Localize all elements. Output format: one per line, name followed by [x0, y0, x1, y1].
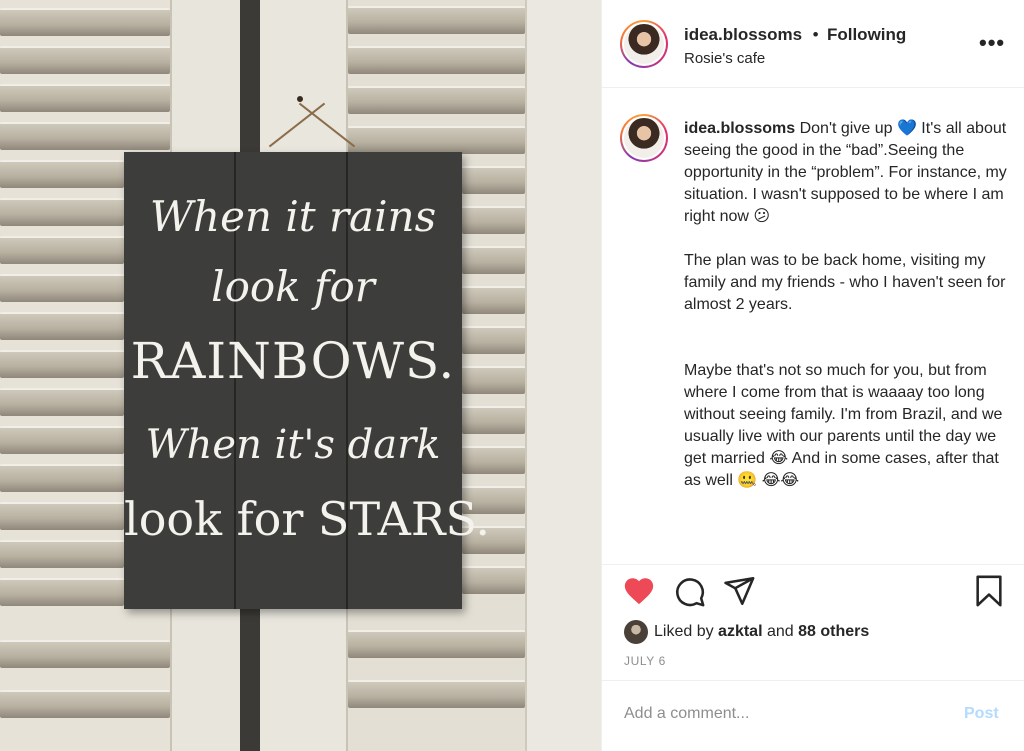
shutter-slat [348, 630, 525, 658]
shutter-slat [462, 286, 525, 314]
likes-prefix: Liked by [654, 623, 714, 640]
comment-bar: Post [602, 680, 1024, 751]
header-username-link[interactable]: idea.blossoms [684, 25, 802, 44]
sign-line-5: look for STARS. [124, 492, 490, 546]
shutter-slat [0, 464, 124, 492]
shutter-slat [348, 6, 525, 34]
likes-conjunction: and [766, 623, 794, 640]
comment-icon [676, 578, 705, 607]
shutter-slat [0, 8, 170, 36]
liker-avatar[interactable] [624, 620, 648, 644]
likes-others-link[interactable]: 88 others [798, 623, 869, 641]
shutter-slat [348, 680, 525, 708]
liker-username-link[interactable]: azktal [718, 623, 762, 641]
shutter-slat [462, 246, 525, 274]
caption-text: Don't give up 💙 It's all about seeing th… [684, 120, 1007, 489]
sign-line-3: RAINBOWS. [130, 332, 456, 390]
shutter-slat [462, 406, 525, 434]
post-header: idea.blossoms • Following Rosie's cafe •… [602, 0, 1024, 88]
wooden-sign: When it rains look for RAINBOWS. When it… [124, 152, 490, 609]
following-button[interactable]: Following [827, 25, 906, 44]
post-photo[interactable]: When it rains look for RAINBOWS. When it… [0, 0, 601, 751]
caption-username-link[interactable]: idea.blossoms [684, 120, 795, 137]
caption: idea.blossoms Don't give up 💙 It's all a… [684, 118, 1014, 492]
shutter-slat [0, 84, 170, 112]
likes-summary: Liked by azktal and 88 others [624, 620, 869, 644]
shutter-slat [0, 690, 170, 718]
right-shutter-edge [525, 0, 601, 751]
post-comment-button[interactable]: Post [964, 705, 999, 723]
shutter-slat [0, 160, 124, 188]
save-button[interactable] [972, 574, 1006, 608]
like-button[interactable] [622, 574, 656, 608]
sign-line-4: When it's dark [145, 422, 441, 468]
shutter-slat [0, 578, 124, 606]
shutter-slat [0, 274, 124, 302]
bookmark-icon [976, 575, 1002, 607]
shutter-slat [0, 122, 170, 150]
nail [297, 96, 303, 102]
post-date[interactable]: JULY 6 [624, 654, 666, 668]
comment-button[interactable] [672, 574, 706, 608]
paper-plane-icon [724, 576, 755, 606]
shutter-slat [0, 350, 124, 378]
actions-divider [602, 564, 1024, 565]
sign-line-2: look for [211, 262, 375, 311]
shutter-slat [462, 566, 525, 594]
shutter-slat [0, 426, 124, 454]
shutter-slat [462, 326, 525, 354]
shutter-slat [348, 86, 525, 114]
header-title-row: idea.blossoms • Following [684, 25, 906, 45]
avatar[interactable] [620, 20, 668, 68]
share-button[interactable] [722, 574, 756, 608]
more-options-icon[interactable]: ••• [979, 30, 1005, 56]
sign-line-1: When it rains [149, 192, 437, 241]
shutter-slat [0, 46, 170, 74]
header-separator: • [812, 25, 819, 44]
caption-avatar[interactable] [620, 114, 668, 162]
shutter-slat [0, 236, 124, 264]
shutter-slat [348, 126, 525, 154]
shutter-slat [0, 540, 124, 568]
shutter-slat [0, 502, 124, 530]
shutter-slat [462, 166, 525, 194]
shutter-slat [348, 46, 525, 74]
shutter-slat [462, 446, 525, 474]
comment-input[interactable] [624, 705, 944, 723]
shutter-slat [0, 198, 124, 226]
shutter-slat [462, 366, 525, 394]
heart-icon [624, 578, 654, 605]
shutter-slat [0, 312, 124, 340]
post-side-panel: idea.blossoms • Following Rosie's cafe •… [601, 0, 1024, 751]
shutter-slat [462, 206, 525, 234]
shutter-slat [0, 640, 170, 668]
location-link[interactable]: Rosie's cafe [684, 50, 765, 67]
shutter-slat [0, 388, 124, 416]
